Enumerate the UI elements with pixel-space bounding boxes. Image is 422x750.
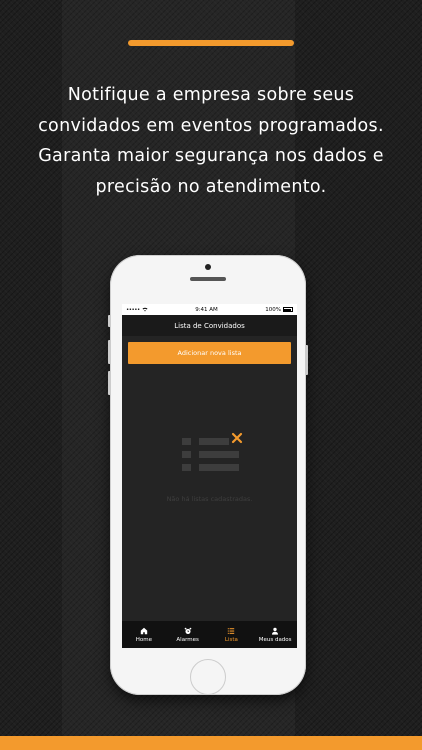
phone-mockup: ••••• 9:41 AM 100% Lista de Convidados A… — [108, 255, 308, 695]
empty-icon-square — [182, 438, 191, 445]
status-bar: ••••• 9:41 AM 100% — [122, 304, 297, 315]
volume-down-button — [108, 371, 111, 395]
list-icon — [228, 627, 235, 634]
empty-icon-square — [182, 451, 191, 458]
wifi-icon — [142, 307, 148, 312]
tab-bar: Home Alarmes Lista Meus dados — [122, 621, 297, 648]
user-icon — [272, 627, 279, 635]
screen-title: Lista de Convidados — [174, 321, 245, 330]
empty-icon-square — [182, 464, 191, 471]
battery-percent: 100% — [265, 306, 281, 313]
signal-dots: ••••• — [126, 306, 140, 313]
empty-state-message: Não há listas cadastradas. — [166, 495, 253, 503]
empty-icon-bar — [199, 464, 239, 471]
tab-label: Meus dados — [258, 636, 292, 643]
volume-up-button — [108, 340, 111, 364]
phone-screen: ••••• 9:41 AM 100% Lista de Convidados A… — [122, 304, 297, 648]
alarm-clock-icon — [184, 627, 191, 634]
tab-home[interactable]: Home — [122, 621, 166, 648]
empty-list-icon — [182, 432, 246, 475]
status-battery: 100% — [265, 307, 293, 313]
tab-label: Alarmes — [176, 636, 199, 643]
tab-alarmes[interactable]: Alarmes — [166, 621, 210, 648]
status-signal: ••••• — [126, 307, 148, 313]
headline-line: convidados em eventos programados. — [38, 115, 384, 136]
headline-text: Notifique a empresa sobre seus convidado… — [10, 80, 412, 202]
headline-line: Garanta maior segurança nos dados e — [38, 146, 384, 166]
nav-bar: Lista de Convidados — [122, 315, 297, 336]
front-camera — [205, 264, 211, 270]
tab-meus-dados[interactable]: Meus dados — [253, 621, 297, 648]
power-button — [305, 345, 308, 375]
empty-icon-bar — [199, 451, 239, 458]
earpiece-speaker — [190, 277, 226, 281]
mute-switch — [108, 315, 111, 327]
headline-line: precisão no atendimento. — [95, 176, 327, 197]
add-list-button[interactable]: Adicionar nova lista — [128, 342, 291, 364]
battery-icon — [282, 307, 293, 312]
accent-bar-top — [128, 40, 294, 46]
headline-line: Notifique a empresa sobre seus — [67, 85, 355, 105]
accent-bar-bottom — [0, 736, 422, 750]
home-button[interactable] — [190, 659, 226, 695]
status-time: 9:41 AM — [195, 306, 218, 313]
home-icon — [140, 627, 148, 634]
close-icon — [231, 432, 243, 444]
tab-label: Home — [135, 636, 152, 643]
tab-lista[interactable]: Lista — [210, 621, 254, 648]
empty-icon-bar — [199, 438, 229, 445]
tab-label: Lista — [224, 636, 238, 643]
